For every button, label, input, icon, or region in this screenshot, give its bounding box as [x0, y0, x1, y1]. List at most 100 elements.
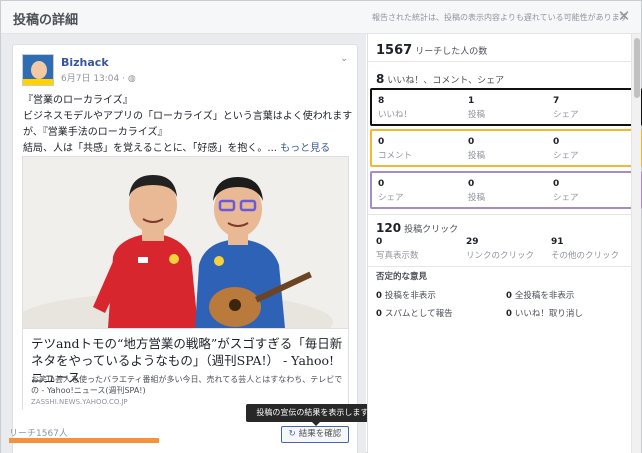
stat-label: 投稿 [468, 110, 486, 120]
link-domain: ZASSHI.NEWS.YAHOO.CO.JP [31, 398, 128, 406]
stat-label: シェア [378, 193, 404, 203]
avatar-face [31, 61, 47, 79]
stats-pane: 1567 リーチした人の数 8 いいね！、コメント、シェア 8 いいね！ 1 投稿 7 シ… [367, 34, 642, 453]
stat-value: 0 [553, 179, 560, 189]
post-time: 6月7日 13:04 · [61, 74, 128, 84]
stats-delay-notice: 報告された統計は、投稿の表示内容よりも遅れている可能性があります [372, 13, 628, 22]
stat-value: 0 [376, 237, 383, 247]
post-line: ビジネスモデルやアプリの「ローカライズ」という言葉はよく使われます [23, 111, 353, 122]
chevron-down-icon[interactable]: ⌄ [340, 53, 348, 64]
link-image[interactable] [23, 157, 348, 328]
post-message: 『営業のローカライズ』 ビジネスモデルやアプリの「ローカライズ」という言葉はよく… [23, 93, 353, 157]
stat-cell: 0 シェア [553, 137, 579, 161]
stat-cell: 8 いいね！ [378, 96, 412, 120]
close-icon[interactable]: ✕ [615, 7, 633, 25]
stat-label: リンクのクリック [466, 251, 535, 261]
reach-bar [9, 438, 159, 443]
post-line-text: 結局、人は「共感」を覚えることに、「好感」を抱く。... [23, 143, 281, 154]
stat-cell: 0 投稿 [468, 137, 485, 161]
refresh-icon: ↻ [288, 429, 296, 439]
dialog-header: 投稿の詳細 報告された統計は、投稿の表示内容よりも遅れている可能性があります ✕ [1, 1, 641, 34]
reach-summary: 1567 リーチした人の数 [376, 39, 640, 58]
globe-icon: ◍ [127, 74, 136, 84]
link-text-area[interactable]: テツandトモの“地方営業の戦略”がスゴすぎる「毎日新ネタをやっているようなもの… [23, 328, 348, 410]
stat-label: シェア [553, 110, 579, 120]
negative-label: いいね！取り消し [514, 309, 583, 319]
engagement-value: 8 [376, 72, 385, 86]
scrollbar[interactable] [631, 34, 641, 453]
page-name-link[interactable]: Bizhack [61, 56, 109, 69]
post-line: 結局、人は「共感」を覚えることに、「好感」を抱く。... もっと見る [23, 141, 353, 157]
stat-label: 投稿 [468, 193, 486, 203]
stat-cell: 0 コメント [378, 137, 412, 161]
divider [368, 61, 632, 62]
post-line: が、『営業手法のローカライズ』 [23, 127, 168, 138]
negative-feedback-title: 否定的な意見 [376, 272, 428, 282]
stat-cell: 0 写真表示数 [376, 237, 419, 261]
boost-tooltip: 投稿の宣伝の結果を表示します。 [246, 404, 386, 422]
stat-value: 7 [553, 96, 560, 106]
see-more-link[interactable]: もっと見る [280, 143, 330, 154]
negative-label: 全投稿を非表示 [514, 291, 575, 301]
view-results-label: 結果を確認 [298, 429, 342, 439]
stat-cell: 0 投稿 [468, 179, 485, 203]
engagement-caption: いいね！、コメント、シェア [387, 76, 505, 86]
stat-value: 91 [551, 237, 564, 247]
stat-value: 1 [468, 96, 475, 106]
stat-label: 投稿 [468, 151, 486, 161]
stat-value: 0 [378, 137, 385, 147]
post-line: 『営業のローカライズ』 [23, 95, 133, 106]
stat-label: シェア [553, 151, 579, 161]
clicks-summary: 120 投稿クリック [376, 217, 640, 236]
negative-value: 0 [506, 309, 512, 319]
clicks-caption: 投稿クリック [404, 225, 459, 235]
negative-item: 0 いいね！取り消し [506, 307, 583, 319]
stat-value: 0 [553, 137, 560, 147]
shares-stat-box: 0 シェア 0 投稿 0 シェア [370, 171, 642, 209]
stat-label: コメント [378, 151, 413, 161]
stat-value: 8 [378, 96, 385, 106]
negative-value: 0 [376, 291, 382, 301]
negative-label: 投稿を非表示 [384, 291, 436, 301]
reach-caption: リーチした人の数 [415, 47, 488, 57]
stat-value: 0 [378, 179, 385, 189]
stat-cell: 1 投稿 [468, 96, 485, 120]
stat-value: 0 [468, 179, 475, 189]
stat-value: 0 [468, 137, 475, 147]
stat-label: いいね！ [378, 110, 413, 120]
stat-label: 写真表示数 [376, 251, 419, 261]
divider [368, 214, 632, 215]
link-description: お笑い芸人を使ったバラエティ番組が多い今日、売れてる芸人とはすなわち、テレビでの… [31, 375, 343, 395]
reactions-stat-box: 8 いいね！ 1 投稿 7 シェア [370, 88, 642, 126]
post-card: Bizhack 6月7日 13:04 · ◍ ⌄ 『営業のローカライズ』 ビジネ… [12, 44, 358, 453]
stat-cell: 29 リンクのクリック [466, 237, 534, 261]
post-preview-pane: Bizhack 6月7日 13:04 · ◍ ⌄ 『営業のローカライズ』 ビジネ… [1, 34, 366, 453]
negative-item: 0 投稿を非表示 [376, 289, 436, 301]
link-preview[interactable]: テツandトモの“地方営業の戦略”がスゴすぎる「毎日新ネタをやっているようなもの… [22, 156, 349, 410]
post-details-dialog: 投稿の詳細 報告された統計は、投稿の表示内容よりも遅れている可能性があります ✕… [0, 0, 642, 453]
stat-label: シェア [553, 193, 579, 203]
clicks-value: 120 [376, 221, 402, 235]
scrollbar-thumb[interactable] [634, 38, 640, 98]
stat-cell: 7 シェア [553, 96, 579, 120]
stat-cell: 0 シェア [378, 179, 404, 203]
negative-value: 0 [376, 309, 382, 319]
stat-cell: 0 シェア [553, 179, 579, 203]
dialog-title: 投稿の詳細 [13, 13, 79, 28]
avatar-bar [23, 79, 53, 85]
page-avatar[interactable] [22, 54, 54, 86]
reach-bar-fill [9, 438, 159, 443]
view-results-button[interactable]: ↻ 結果を確認 [281, 426, 349, 443]
negative-item: 0 スパムとして報告 [376, 307, 453, 319]
negative-label: スパムとして報告 [384, 309, 453, 319]
comedians-photo [23, 157, 348, 328]
engagement-summary: 8 いいね！、コメント、シェア [376, 68, 640, 87]
divider [368, 266, 632, 267]
comments-stat-box: 0 コメント 0 投稿 0 シェア [370, 129, 642, 167]
stat-cell: 91 その他のクリック [551, 237, 619, 261]
stat-value: 29 [466, 237, 479, 247]
post-timestamp[interactable]: 6月7日 13:04 · ◍ [61, 71, 136, 84]
negative-value: 0 [506, 291, 512, 301]
stat-label: その他のクリック [551, 251, 620, 261]
reach-value: 1567 [376, 43, 413, 58]
